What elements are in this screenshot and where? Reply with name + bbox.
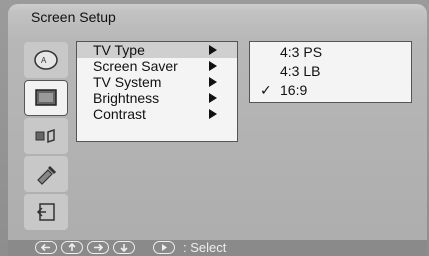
tv-type-submenu: 4:3 PS 4:3 LB ✓ 16:9 xyxy=(249,41,412,103)
page-title: Screen Setup xyxy=(31,9,116,25)
chevron-right-icon xyxy=(209,77,217,87)
option-4-3-lb[interactable]: 4:3 LB xyxy=(250,63,411,79)
menu-item-screen-saver[interactable]: Screen Saver xyxy=(77,58,237,74)
category-tools[interactable] xyxy=(24,156,68,192)
menu-item-label: Screen Saver xyxy=(93,58,178,74)
arrow-right-icon xyxy=(94,243,104,252)
chevron-right-icon xyxy=(209,45,217,55)
tv-icon xyxy=(35,89,57,106)
menu-item-label: TV System xyxy=(93,74,162,90)
checkmark-icon: ✓ xyxy=(260,82,272,98)
left-key xyxy=(35,241,57,254)
menu-item-label: Brightness xyxy=(93,90,160,106)
exit-icon xyxy=(36,203,55,221)
audio-icon xyxy=(35,128,55,144)
chevron-right-icon xyxy=(209,93,217,103)
select-hint: : Select xyxy=(183,240,227,255)
menu-item-label: TV Type xyxy=(93,42,145,58)
menu-item-tv-system[interactable]: TV System xyxy=(77,74,237,90)
play-icon xyxy=(162,244,167,251)
svg-text:A: A xyxy=(41,56,47,65)
arrow-down-icon xyxy=(120,244,128,252)
screen: Screen Setup A TV Type Screen Saver TV S… xyxy=(0,0,429,256)
category-exit[interactable] xyxy=(24,194,68,230)
up-key xyxy=(61,241,83,254)
settings-menu: TV Type Screen Saver TV System Brightnes… xyxy=(76,41,238,142)
language-icon: A xyxy=(34,50,58,70)
arrow-up-icon xyxy=(68,243,76,251)
menu-item-tv-type[interactable]: TV Type xyxy=(77,42,237,58)
arrow-left-icon xyxy=(40,243,50,252)
option-16-9[interactable]: ✓ 16:9 xyxy=(250,82,411,98)
option-label: 16:9 xyxy=(280,82,308,98)
option-label: 4:3 PS xyxy=(280,44,323,60)
menu-item-label: Contrast xyxy=(93,106,146,122)
chevron-right-icon xyxy=(209,109,217,119)
category-audio[interactable] xyxy=(24,118,68,154)
right-key xyxy=(87,241,109,254)
option-label: 4:3 LB xyxy=(280,63,321,79)
menu-item-contrast[interactable]: Contrast xyxy=(77,106,237,122)
down-key xyxy=(113,241,135,254)
chevron-right-icon xyxy=(209,61,217,71)
category-tv[interactable] xyxy=(24,80,68,116)
tools-icon xyxy=(37,165,57,185)
play-key xyxy=(153,241,175,254)
menu-item-brightness[interactable]: Brightness xyxy=(77,90,237,106)
option-4-3-ps[interactable]: 4:3 PS xyxy=(250,44,411,60)
category-language[interactable]: A xyxy=(24,42,68,78)
